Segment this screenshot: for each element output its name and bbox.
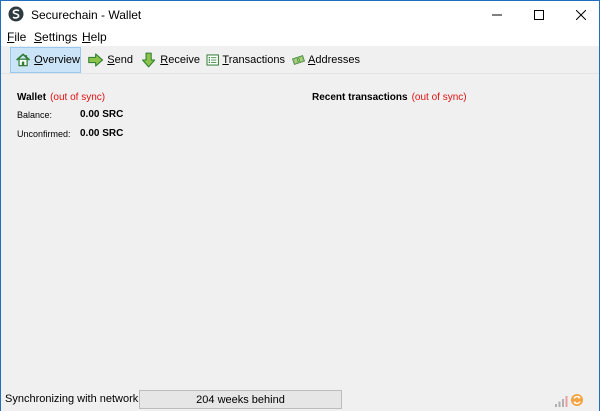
sync-icon[interactable] [570, 393, 584, 407]
toolbar: Overview Send Receive Transactions Addre… [1, 46, 599, 74]
main-window: Securechain - Wallet File Settings Help [0, 0, 600, 411]
connections-icon[interactable] [554, 394, 568, 408]
menu-settings[interactable]: Settings [34, 30, 77, 44]
close-icon [576, 9, 586, 20]
menu-bar: File Settings Help [1, 28, 599, 46]
minimize-icon [492, 14, 502, 15]
securechain-logo-icon [8, 6, 24, 22]
recent-transactions-heading: Recent transactions (out of sync) [312, 92, 467, 103]
minimize-button[interactable] [475, 1, 519, 28]
status-bar: Synchronizing with network... 204 weeks … [1, 388, 599, 411]
tab-overview[interactable]: Overview [10, 47, 81, 73]
home-icon [16, 53, 31, 67]
list-icon [206, 54, 219, 66]
tab-addresses[interactable]: Addresses [288, 47, 360, 73]
transactions-out-of-sync-label: (out of sync) [411, 92, 467, 103]
wallet-heading: Wallet (out of sync) [17, 92, 106, 103]
arrow-down-icon [142, 52, 156, 68]
balance-value: 0.00 SRC [80, 109, 124, 120]
money-icon [292, 55, 305, 65]
close-button[interactable] [559, 1, 600, 28]
arrow-right-icon [88, 53, 104, 67]
menu-help[interactable]: Help [82, 30, 107, 44]
tab-send[interactable]: Send [83, 47, 133, 73]
unconfirmed-value: 0.00 SRC [80, 128, 124, 139]
sync-progress-text: 204 weeks behind [196, 393, 285, 406]
tab-receive[interactable]: Receive [136, 47, 200, 73]
status-text: Synchronizing with network... [5, 393, 148, 405]
sync-progress-bar: 204 weeks behind [139, 390, 342, 409]
maximize-button[interactable] [517, 1, 561, 28]
maximize-icon [534, 9, 544, 20]
menu-file[interactable]: File [7, 30, 26, 44]
window-title: Securechain - Wallet [31, 8, 142, 22]
unconfirmed-label: Unconfirmed: [17, 129, 71, 139]
balance-label: Balance: [17, 110, 53, 120]
wallet-out-of-sync-label: (out of sync) [50, 92, 106, 103]
status-icons [554, 392, 588, 408]
tab-transactions[interactable]: Transactions [202, 47, 285, 73]
title-bar[interactable]: Securechain - Wallet [1, 1, 599, 28]
